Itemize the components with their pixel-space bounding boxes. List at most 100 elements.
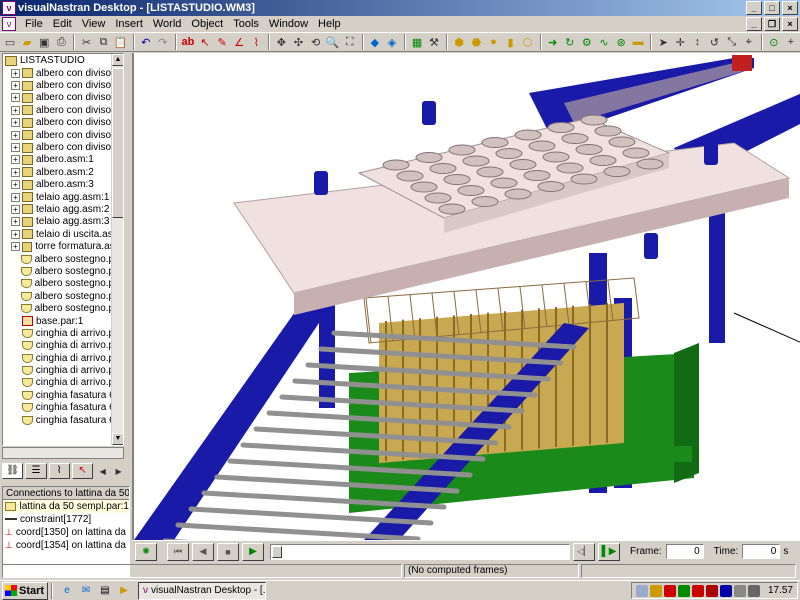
simulate-icon[interactable]: ⊙ [766,34,782,51]
menu-edit[interactable]: Edit [48,18,77,30]
arrow-icon[interactable]: ➜ [545,34,561,51]
expand-icon[interactable]: + [11,143,20,153]
mesh-icon[interactable]: ⬡ [520,34,536,51]
update-icon[interactable] [691,584,704,597]
tab-graphs[interactable]: ⌇ [48,463,70,479]
messenger-icon[interactable] [677,584,690,597]
cut-icon[interactable]: ✂ [78,34,94,51]
tree-item[interactable]: + torre formatura.asm [3,240,123,252]
model-scene[interactable] [134,53,800,540]
play-icon[interactable]: ▶ [242,542,264,561]
tab-connections[interactable]: ↖ [71,463,94,479]
tree-item[interactable]: + albero con divisorio [3,67,123,79]
stop-icon[interactable]: ■ [217,542,239,561]
tab-properties[interactable]: ☰ [25,463,47,479]
tab-left-icon[interactable]: ◀ [95,463,110,480]
tree-item[interactable]: cinghia fasatura 6.p [3,414,123,426]
menu-help[interactable]: Help [313,18,346,30]
expand-icon[interactable]: + [11,229,20,239]
menu-tools[interactable]: Tools [228,18,264,30]
cylinder-icon[interactable]: ⬣ [468,34,484,51]
network-icon[interactable] [635,584,648,597]
title-bar[interactable]: ν visualNastran Desktop - [LISTASTUDIO.W… [0,0,800,16]
rotate-view-icon[interactable]: ✥ [273,34,289,51]
block-icon[interactable]: ▮ [502,34,518,51]
fit-view-icon[interactable]: ⛶ [342,34,358,51]
shield-icon[interactable] [649,584,662,597]
run-icon[interactable]: ▌▶ [598,542,620,561]
scroll-thumb[interactable] [112,68,123,218]
expand-icon[interactable]: + [11,81,20,91]
step-back-icon[interactable]: ◀ [192,542,214,561]
tree-item[interactable]: cinghia fasatura 6.p [3,389,123,401]
tree-item[interactable]: + telaio agg.asm:3 [3,216,123,228]
constraint-icon[interactable]: ⚒ [426,34,442,51]
scale-icon[interactable]: ⤡ [724,34,740,51]
angle-tool-icon[interactable]: ∠ [231,34,247,51]
frame-input[interactable]: 0 [665,544,704,559]
tree-item[interactable]: albero sostegno.par [3,253,123,265]
tree-item[interactable]: cinghia di arrivo.par [3,377,123,389]
more-icon[interactable]: + [783,34,799,51]
camera-icon[interactable]: ⌖ [741,34,757,51]
pencil-icon[interactable]: ✎ [214,34,230,51]
time-input[interactable]: 0 [742,544,781,559]
maximize-icon[interactable]: □ [764,1,780,15]
playback-mode-icon[interactable]: ✺ [135,542,157,561]
tree-item[interactable]: albero sostegno.par [3,290,123,302]
tab-assembly[interactable]: ⛓ [2,463,24,479]
tree-item[interactable]: cinghia di arrivo.par [3,327,123,339]
tree-item[interactable]: albero sostegno.par [3,302,123,314]
tree-item[interactable]: + albero con divisorio [3,129,123,141]
sound-icon[interactable] [733,584,746,597]
expand-icon[interactable]: + [11,167,20,177]
tree-root[interactable]: LISTASTUDIO [3,54,123,67]
copy-icon[interactable]: ⧉ [95,34,111,51]
menu-insert[interactable]: Insert [110,18,148,30]
rewind-icon[interactable]: ⏮ [167,542,189,561]
open-icon[interactable]: ▰ [19,34,35,51]
sphere-icon[interactable]: ⬢ [451,34,467,51]
expand-icon[interactable]: + [11,192,20,202]
tree-item[interactable]: cinghia di arrivo.par [3,364,123,376]
text-tool-icon[interactable]: ab [180,34,196,51]
menu-object[interactable]: Object [186,18,228,30]
expand-icon[interactable]: + [11,204,20,214]
connection-row[interactable]: lattina da 50 sempl.par:1 [3,500,129,513]
tree-item[interactable]: cinghia di arrivo.par [3,340,123,352]
acrobat-icon[interactable] [705,584,718,597]
language-icon[interactable] [719,584,732,597]
tab-right-icon[interactable]: ▶ [111,463,126,480]
tree-item[interactable]: + albero con divisorio [3,104,123,116]
tree-hscrollbar[interactable] [2,447,124,459]
paste-icon[interactable]: 📋 [113,34,129,51]
doc-restore-icon[interactable]: ❐ [764,17,780,31]
expand-icon[interactable]: + [11,180,20,190]
translate-icon[interactable]: ↕ [689,34,705,51]
object-tree[interactable]: LISTASTUDIO + albero con divisorio + albero… [2,53,124,446]
spring-icon[interactable]: ∿ [596,34,612,51]
grid-icon[interactable]: ▦ [409,34,425,51]
tree-item[interactable]: + telaio di uscita.asm [3,228,123,240]
tree-item[interactable]: + albero con divisorio [3,79,123,91]
ie-icon[interactable]: e [59,583,75,599]
doc-minimize-icon[interactable]: _ [746,17,762,31]
close-icon[interactable]: × [782,1,798,15]
tree-item[interactable]: + albero con divisorio [3,117,123,129]
expand-icon[interactable]: + [11,155,20,165]
orbit-icon[interactable]: ⟲ [308,34,324,51]
connection-row[interactable]: constraint[1772] [3,513,129,526]
settings-icon[interactable]: ▬ [630,34,646,51]
expand-icon[interactable]: + [11,105,20,115]
usb-icon[interactable] [747,584,760,597]
spin-icon[interactable]: ↺ [706,34,722,51]
tree-item[interactable]: albero sostegno.par [3,265,123,277]
tree-item[interactable]: + telaio agg.asm:2 [3,203,123,215]
media-icon[interactable]: ▶ [116,583,132,599]
record-back-icon[interactable]: ◁▏ [573,542,595,561]
rotate-icon[interactable]: ↻ [562,34,578,51]
move-icon[interactable]: ✛ [672,34,688,51]
tree-item[interactable]: + telaio agg.asm:1 [3,191,123,203]
tree-item[interactable]: cinghia fasatura 6.p [3,402,123,414]
undo-icon[interactable]: ↶ [138,34,154,51]
